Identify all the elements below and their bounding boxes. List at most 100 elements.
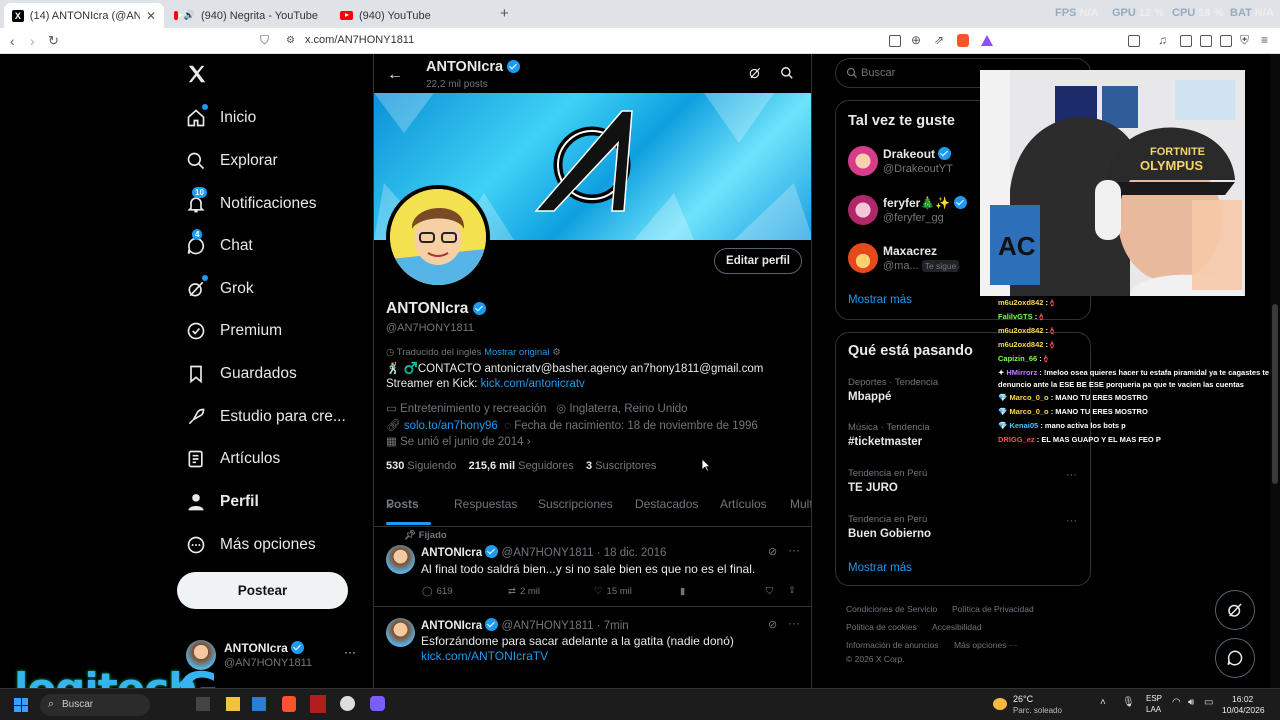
url-field[interactable]: x.com/AN7HONY1811 xyxy=(305,34,414,46)
cast-icon[interactable] xyxy=(889,35,901,47)
search-profile-icon[interactable] xyxy=(780,66,794,80)
nav-premium[interactable]: Premium xyxy=(186,316,282,346)
grok-tweet-icon[interactable]: ⊘ xyxy=(768,545,777,558)
volume-icon[interactable]: 🔊︎ xyxy=(1188,697,1194,708)
back-icon[interactable]: ‹ xyxy=(10,33,15,49)
grok-floating-button[interactable] xyxy=(1215,590,1255,630)
share-icon[interactable]: ⇗ xyxy=(934,33,944,47)
nav-profile[interactable]: Perfil xyxy=(186,487,259,517)
footer-ads-info[interactable]: Información de anuncios xyxy=(846,640,939,650)
site-info-icon[interactable]: ⚙ xyxy=(286,35,295,46)
reply-button[interactable]: ◯ 619 xyxy=(422,586,453,597)
taskbar-search[interactable]: ⌕ Buscar xyxy=(40,694,150,716)
tab-youtube-negrita[interactable]: 🔊 (940) Negrita - YouTube xyxy=(166,3,326,28)
lang-bottom[interactable]: LAA xyxy=(1146,705,1161,714)
show-more-suggestions[interactable]: Mostrar más xyxy=(848,294,912,306)
show-original-link[interactable]: Mostrar original xyxy=(484,347,549,358)
sidebar-icon[interactable] xyxy=(1180,35,1192,47)
wifi-icon[interactable]: ◠ xyxy=(1172,697,1181,708)
profile-avatar[interactable] xyxy=(386,185,490,289)
post-button[interactable]: Postear xyxy=(177,572,348,609)
music-icon[interactable]: ♫ xyxy=(1158,33,1167,47)
share-tweet-button[interactable]: ⇪ xyxy=(788,585,796,596)
nav-grok[interactable]: Grok xyxy=(186,274,254,304)
extensions-icon[interactable] xyxy=(1220,35,1232,47)
tweet-link[interactable]: kick.com/ANTONIcraTV xyxy=(421,649,548,663)
tab-media[interactable]: Mult xyxy=(790,497,811,511)
account-more-icon[interactable]: ··· xyxy=(344,645,356,659)
profile-joined[interactable]: ▦ Se unió el junio de 2014 › xyxy=(386,434,531,448)
repost-button[interactable]: ⇄ 2 mil xyxy=(508,586,540,597)
trend-more-icon[interactable]: ··· xyxy=(1066,515,1077,527)
footer-accessibility[interactable]: Accesibilidad xyxy=(932,622,982,632)
bookmark-page-icon[interactable]: ⛉ xyxy=(260,33,269,48)
tab-replies[interactable]: Respuestas xyxy=(454,497,517,511)
grok-tweet-icon[interactable]: ⊘ xyxy=(768,618,777,631)
battery-icon[interactable]: ▭ xyxy=(1204,697,1213,708)
bookmark-tweet-button[interactable]: ⛉ xyxy=(766,586,773,597)
clock-time[interactable]: 16:02 xyxy=(1232,694,1253,704)
back-arrow-icon[interactable]: ← xyxy=(387,66,403,84)
tab-youtube[interactable]: (940) YouTube xyxy=(332,3,492,28)
mic-icon[interactable]: 🎙︎ xyxy=(1122,697,1135,708)
nav-more[interactable]: Más opciones xyxy=(186,530,316,560)
x-logo-icon[interactable] xyxy=(186,63,208,85)
following-link[interactable]: 530 Siguiendo xyxy=(386,460,456,472)
nav-notifications[interactable]: 10 Notificaciones xyxy=(186,187,317,219)
tweet-more-icon[interactable]: ··· xyxy=(788,616,800,630)
app-icon[interactable] xyxy=(310,695,326,713)
brave-shield-icon[interactable] xyxy=(957,34,969,47)
tweet-pinned[interactable]: 📌︎ Fijado ANTONIcra @AN7HONY1811 · 18 di… xyxy=(374,527,811,607)
clock-date[interactable]: 10/04/2026 xyxy=(1222,705,1265,715)
tweet-avatar[interactable] xyxy=(386,545,415,574)
store-icon[interactable] xyxy=(252,697,266,711)
footer-cookies[interactable]: Política de cookies xyxy=(846,622,917,632)
wallet-icon[interactable] xyxy=(1200,35,1212,47)
reload-icon[interactable]: ↻ xyxy=(48,33,59,49)
edit-profile-button[interactable]: Editar perfil xyxy=(714,248,802,274)
vpn-icon[interactable]: ⛨ xyxy=(1240,33,1249,48)
close-tab-icon[interactable]: ✕ xyxy=(146,9,156,23)
followers-link[interactable]: 215,6 mil Seguidores xyxy=(469,460,574,472)
messages-floating-button[interactable] xyxy=(1215,638,1255,678)
brave-app-icon[interactable] xyxy=(282,696,296,712)
nav-home[interactable]: Inicio xyxy=(186,103,256,133)
footer-more[interactable]: Más opciones ··· xyxy=(954,640,1017,650)
nav-articles[interactable]: Artículos xyxy=(186,444,280,474)
discord-icon[interactable] xyxy=(370,696,385,711)
views-button[interactable]: ▮ xyxy=(680,586,685,597)
tab-x-profile[interactable]: X (14) ANTONIcra (@AN7HONY18 ✕ xyxy=(4,3,164,28)
tab-subscriptions[interactable]: Suscripciones xyxy=(538,497,613,511)
page-scrollbar[interactable] xyxy=(1270,54,1280,688)
zoom-icon[interactable]: ⊕ xyxy=(911,33,921,47)
website-link[interactable]: solo.to/an7hony96 xyxy=(404,420,498,432)
tab-search-icon[interactable] xyxy=(1128,35,1140,47)
trend-item[interactable]: Música · Tendencia #ticketmaster xyxy=(848,422,930,448)
tweet-avatar[interactable] xyxy=(386,618,415,647)
new-tab-button[interactable]: + xyxy=(500,5,509,22)
forward-icon[interactable]: › xyxy=(30,33,35,49)
trend-item[interactable]: Deportes · Tendencia Mbappé xyxy=(848,377,938,403)
tab-highlights[interactable]: Destacados xyxy=(635,497,698,511)
tab-articles[interactable]: Artículos xyxy=(720,497,767,511)
trend-item[interactable]: Tendencia en Perú Buen Gobierno xyxy=(848,514,931,540)
footer-terms[interactable]: Condiciones de Servicio xyxy=(846,604,937,614)
show-more-trends[interactable]: Mostrar más xyxy=(848,562,912,574)
subscribers-link[interactable]: 3 Suscriptores xyxy=(586,460,656,472)
menu-icon[interactable]: ≡ xyxy=(1261,33,1268,47)
windows-start-icon[interactable] xyxy=(14,698,28,712)
lang-top[interactable]: ESP xyxy=(1146,694,1162,703)
nav-chat[interactable]: 4 Chat xyxy=(186,229,253,261)
scrollbar-thumb[interactable] xyxy=(1272,304,1278,484)
like-button[interactable]: ♡ 15 mil xyxy=(594,586,632,597)
file-explorer-icon[interactable] xyxy=(226,697,240,711)
tweet-more-icon[interactable]: ··· xyxy=(788,543,800,557)
settings-icon[interactable]: ⚙ xyxy=(552,347,561,358)
tray-chevron-icon[interactable]: ˄ xyxy=(1100,697,1106,708)
nav-bookmarks[interactable]: Guardados xyxy=(186,359,297,389)
brave-rewards-icon[interactable] xyxy=(981,35,993,46)
footer-privacy[interactable]: Política de Privacidad xyxy=(952,604,1034,614)
nav-explore[interactable]: Explorar xyxy=(186,146,278,176)
task-view-icon[interactable] xyxy=(196,697,210,711)
nav-creator-studio[interactable]: Estudio para cre... xyxy=(186,402,346,432)
